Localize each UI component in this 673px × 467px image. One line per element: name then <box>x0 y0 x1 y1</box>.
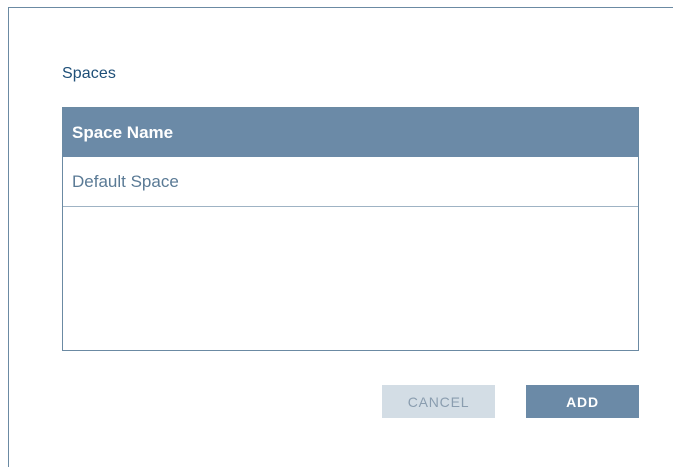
section-title: Spaces <box>62 65 116 82</box>
add-button[interactable]: ADD <box>526 385 639 418</box>
spaces-table: Space Name Default Space <box>62 107 639 351</box>
spaces-dialog: Spaces Space Name Default Space CANCEL A… <box>8 7 673 467</box>
space-name-cell: Default Space <box>72 171 179 191</box>
table-row[interactable]: Default Space <box>63 157 638 207</box>
column-header-space-name[interactable]: Space Name <box>63 108 638 157</box>
cancel-button[interactable]: CANCEL <box>382 385 495 418</box>
